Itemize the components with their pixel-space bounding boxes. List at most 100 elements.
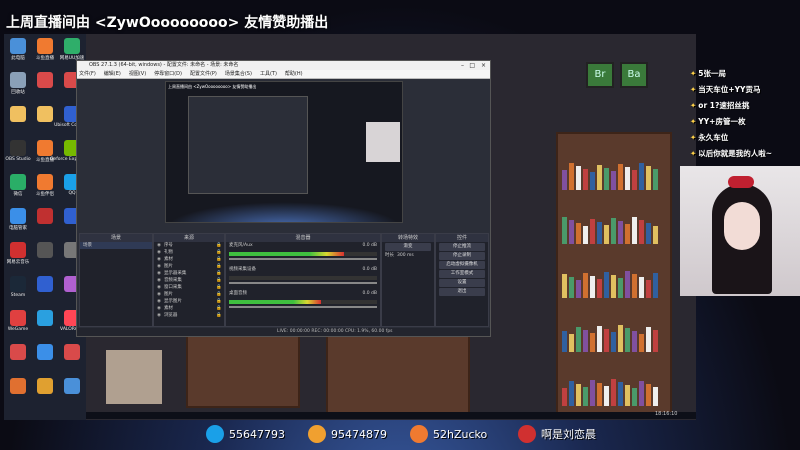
source-item[interactable]: ◉ 素材 🔒 xyxy=(154,256,224,263)
menu-item[interactable]: 编辑(E) xyxy=(104,70,121,78)
eye-icon[interactable]: ◉ xyxy=(157,312,161,319)
desktop-icon[interactable]: 斗鱼伴侣 xyxy=(32,174,58,197)
book xyxy=(576,327,581,352)
source-item[interactable]: ◉ 窗口采集 🔒 xyxy=(154,284,224,291)
channel-name: 麦克风/Aux xyxy=(229,243,253,248)
volume-slider[interactable] xyxy=(229,258,377,260)
lock-icon[interactable]: 🔒 xyxy=(216,291,222,298)
menu-item[interactable]: 工具(T) xyxy=(260,70,277,78)
obs-window[interactable]: OBS 27.1.3 (64-bit, windows) - 配置文件: 未命名… xyxy=(76,60,491,337)
desktop-icon[interactable] xyxy=(59,344,85,361)
lock-icon[interactable]: 🔒 xyxy=(216,298,222,305)
source-item[interactable]: ◉ 音频采集 🔒 xyxy=(154,277,224,284)
source-item[interactable]: ◉ 素材 🔒 xyxy=(154,305,224,312)
desktop-icon[interactable] xyxy=(32,72,58,89)
desktop-icon[interactable] xyxy=(32,378,58,395)
menu-item[interactable]: 视图(V) xyxy=(129,70,146,78)
mixer-list: 麦克风/Aux 0.0 dB 视频采集设备 0.0 dB 桌面音频 0.0 dB xyxy=(226,242,380,308)
desktop-icon-label: QQ xyxy=(68,191,76,196)
desktop-icon[interactable] xyxy=(32,208,58,225)
desktop-icon[interactable]: 此电脑 xyxy=(5,38,31,61)
volume-meter xyxy=(229,252,377,256)
source-label: 序号 xyxy=(163,243,173,248)
desktop-icon[interactable] xyxy=(32,106,58,123)
lock-icon[interactable]: 🔒 xyxy=(216,249,222,256)
desktop-icon[interactable]: 网易云音乐 xyxy=(5,242,31,265)
transition-select[interactable]: 渐变 xyxy=(385,243,431,251)
control-button[interactable]: 启动虚拟摄像机 xyxy=(439,261,485,269)
book xyxy=(597,326,602,352)
desktop-icon[interactable]: 网易UU加速 xyxy=(59,38,85,61)
desktop-icon[interactable] xyxy=(5,378,31,395)
eye-icon[interactable]: ◉ xyxy=(157,270,161,277)
app-icon xyxy=(10,208,26,224)
desktop-icon[interactable] xyxy=(32,242,58,259)
eye-icon[interactable]: ◉ xyxy=(157,305,161,312)
eye-icon[interactable]: ◉ xyxy=(157,242,161,249)
source-item[interactable]: ◉ 序号 🔒 xyxy=(154,242,224,249)
eye-icon[interactable]: ◉ xyxy=(157,298,161,305)
menu-item[interactable]: 场景集合(S) xyxy=(225,70,252,78)
desktop-icon[interactable] xyxy=(59,378,85,395)
desktop-icon[interactable] xyxy=(5,106,31,123)
volume-meter xyxy=(229,300,377,304)
eye-icon[interactable]: ◉ xyxy=(157,249,161,256)
eye-icon[interactable]: ◉ xyxy=(157,263,161,270)
social-contact: 55647793 xyxy=(206,424,285,444)
desktop-icon[interactable]: 回收站 xyxy=(5,72,31,95)
control-button[interactable]: 设置 xyxy=(439,279,485,287)
lock-icon[interactable]: 🔒 xyxy=(216,277,222,284)
desktop-icon[interactable] xyxy=(32,344,58,361)
volume-slider[interactable] xyxy=(229,306,377,308)
desktop-icon[interactable]: 斗鱼直播 xyxy=(32,38,58,61)
desktop-icon[interactable]: 电脑管家 xyxy=(5,208,31,231)
menu-item[interactable]: 停靠窗口(D) xyxy=(154,70,182,78)
desktop-icon[interactable]: 微信 xyxy=(5,174,31,197)
desktop-icon[interactable] xyxy=(32,276,58,293)
scene-item[interactable]: 场景 xyxy=(80,242,152,249)
desktop-icon-label: Steam xyxy=(10,293,26,298)
obs-preview[interactable]: 上周直播间由 <ZywOoooooooo> 友情赞助播出 xyxy=(165,81,403,223)
lock-icon[interactable]: 🔒 xyxy=(216,242,222,249)
book xyxy=(646,280,651,298)
lock-icon[interactable]: 🔒 xyxy=(216,312,222,319)
source-item[interactable]: ◉ 显示图片 🔒 xyxy=(154,298,224,305)
desktop-icon[interactable]: OBS Studio xyxy=(5,140,31,162)
menu-item[interactable]: 文件(F) xyxy=(79,70,96,78)
lock-icon[interactable]: 🔒 xyxy=(216,305,222,312)
control-button[interactable]: 工作室模式 xyxy=(439,270,485,278)
menu-item[interactable]: 帮助(H) xyxy=(285,70,303,78)
source-item[interactable]: ◉ 图片 🔒 xyxy=(154,291,224,298)
control-button[interactable]: 退出 xyxy=(439,288,485,296)
eye-icon[interactable]: ◉ xyxy=(157,284,161,291)
book xyxy=(646,327,651,352)
source-item[interactable]: ◉ 图片 🔒 xyxy=(154,263,224,270)
control-button[interactable]: 停止推流 xyxy=(439,243,485,251)
channel-db: 0.0 dB xyxy=(362,243,377,248)
eye-icon[interactable]: ◉ xyxy=(157,277,161,284)
menu-item[interactable]: 配置文件(P) xyxy=(190,70,217,78)
desktop-icon[interactable]: WeGame xyxy=(5,310,31,332)
lock-icon[interactable]: 🔒 xyxy=(216,284,222,291)
desktop-icon[interactable]: Steam xyxy=(5,276,31,298)
obs-titlebar[interactable]: OBS 27.1.3 (64-bit, windows) - 配置文件: 未命名… xyxy=(77,61,490,70)
desktop-icon[interactable] xyxy=(5,344,31,361)
eye-icon[interactable]: ◉ xyxy=(157,256,161,263)
source-item[interactable]: ◉ 礼物 🔒 xyxy=(154,249,224,256)
close-icon[interactable]: × xyxy=(481,61,486,70)
desktop-icon[interactable] xyxy=(32,310,58,327)
book xyxy=(611,379,616,406)
maximize-icon[interactable]: □ xyxy=(469,61,475,70)
preview-banner: 上周直播间由 <ZywOoooooooo> 友情赞助播出 xyxy=(168,84,257,89)
lock-icon[interactable]: 🔒 xyxy=(216,270,222,277)
source-item[interactable]: ◉ 显示器采集 🔒 xyxy=(154,270,224,277)
eye-icon[interactable]: ◉ xyxy=(157,291,161,298)
duration-value[interactable]: 300 ms xyxy=(397,252,414,259)
control-button[interactable]: 停止录制 xyxy=(439,252,485,260)
lock-icon[interactable]: 🔒 xyxy=(216,263,222,270)
lock-icon[interactable]: 🔒 xyxy=(216,256,222,263)
source-item[interactable]: ◉ 浏览器 🔒 xyxy=(154,312,224,319)
volume-slider[interactable] xyxy=(229,282,377,284)
social-id: 95474879 xyxy=(331,427,387,441)
minimize-icon[interactable]: – xyxy=(461,61,464,70)
